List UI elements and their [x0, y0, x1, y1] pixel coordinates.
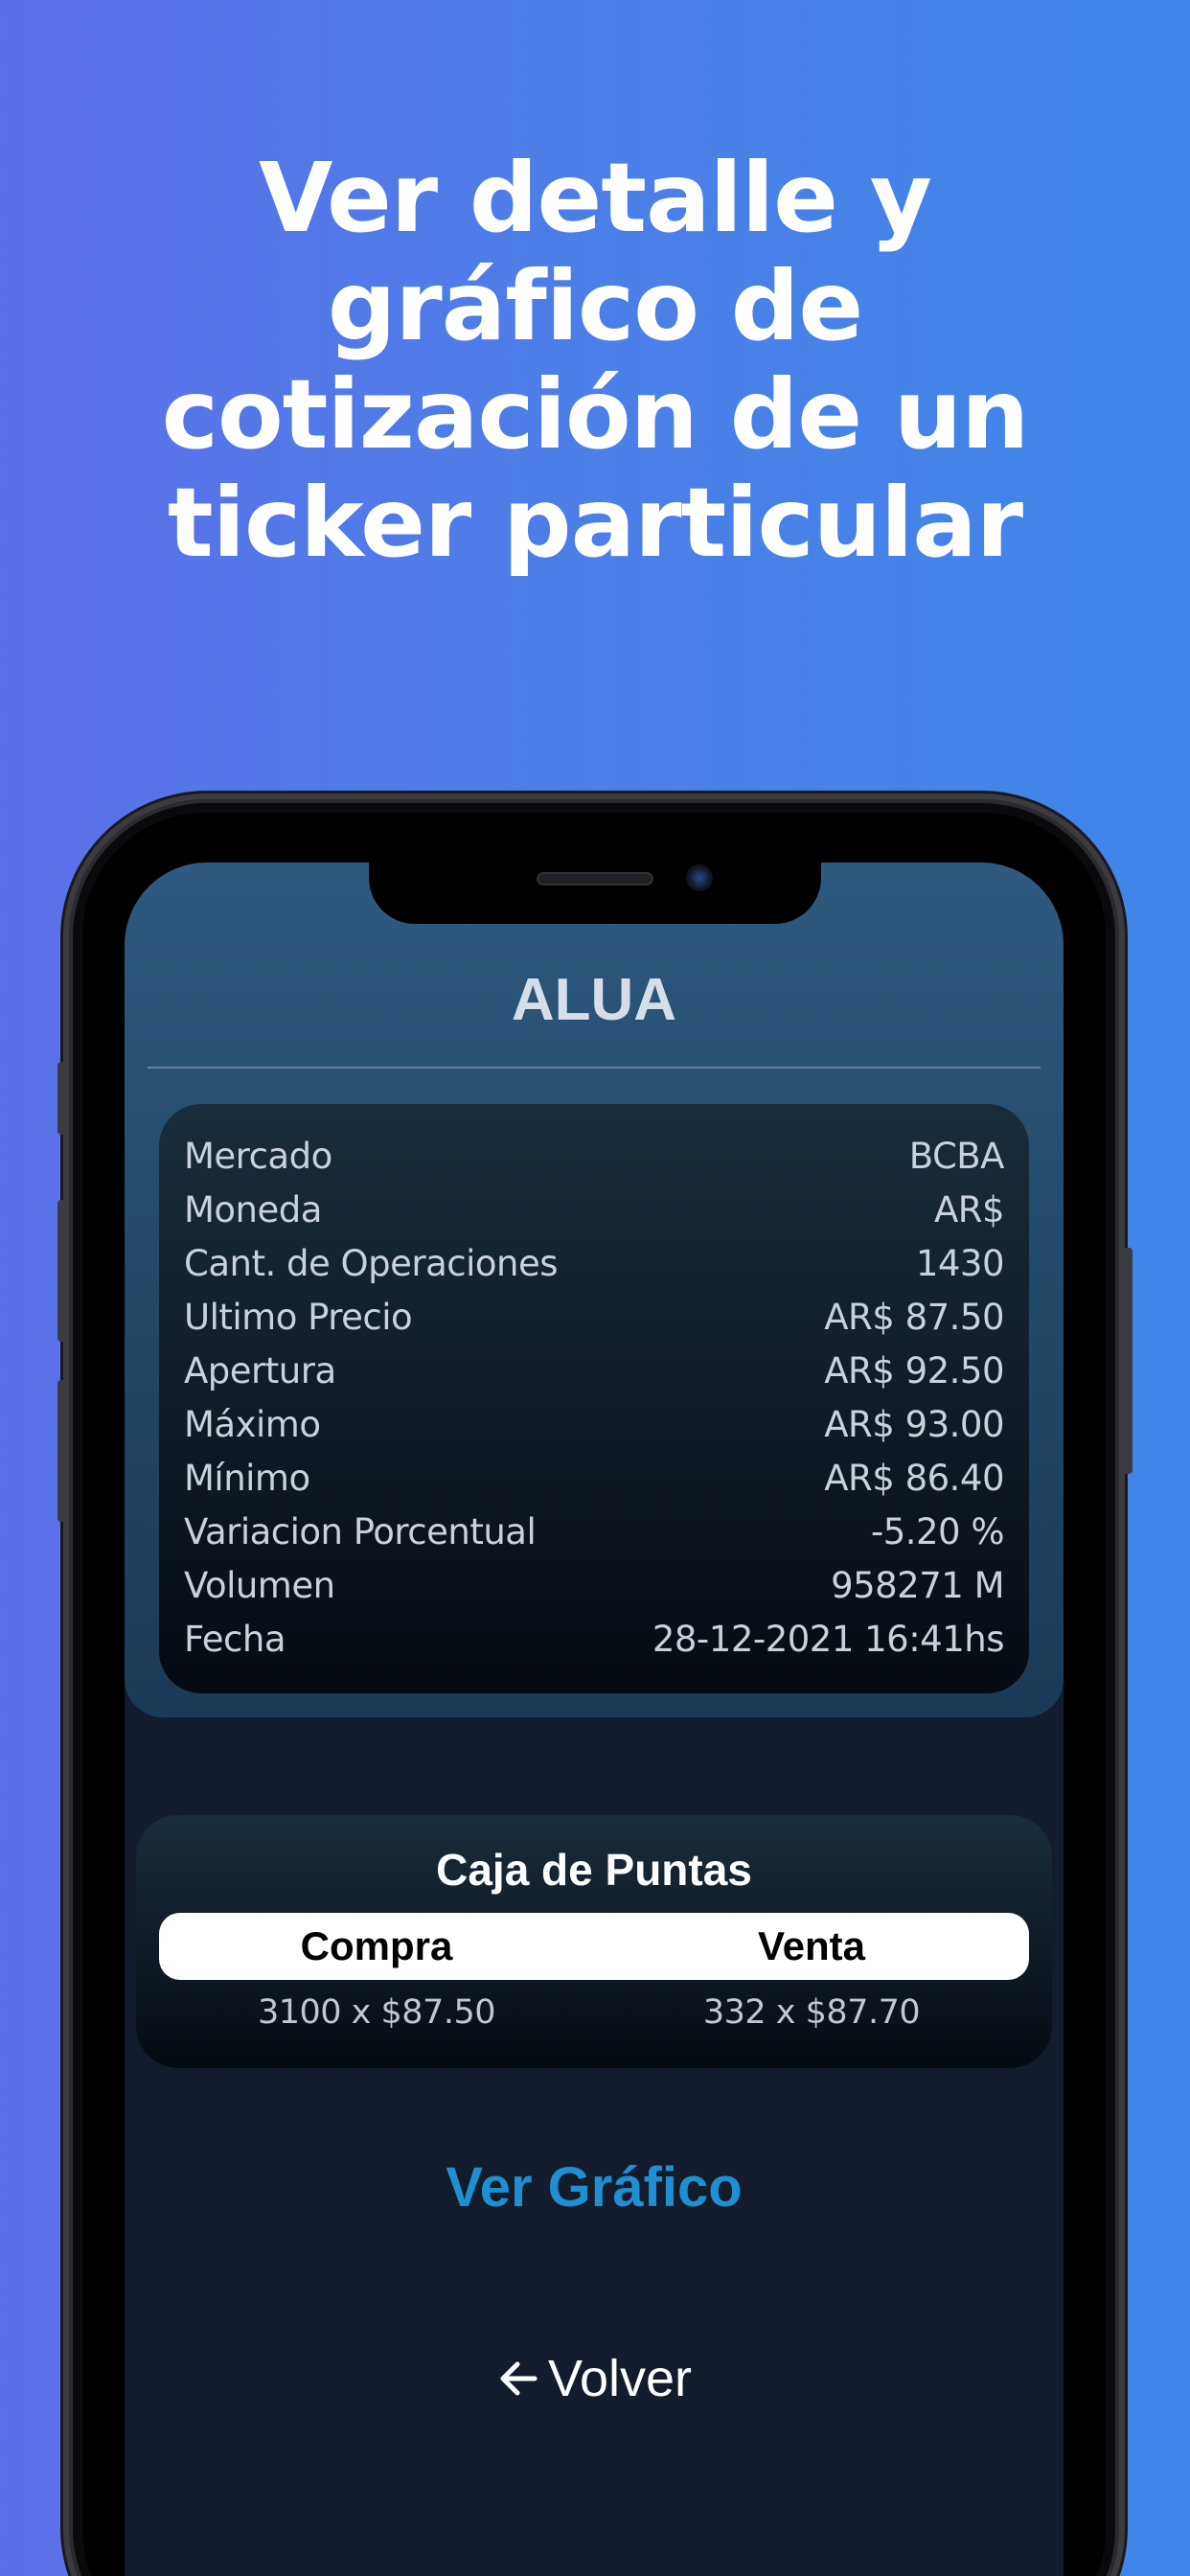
phone-volume-down-button: [57, 1380, 69, 1522]
headline-line-1: Ver detalle y: [259, 142, 932, 254]
detail-row-maximo: Máximo AR$ 93.00: [184, 1397, 1004, 1451]
caja-de-puntas-card: Caja de Puntas Compra Venta 3100 x $87.5…: [136, 1815, 1052, 2068]
detail-row-variacion: Variacion Porcentual -5.20 %: [184, 1505, 1005, 1558]
detail-value: AR$ 86.40: [824, 1457, 1004, 1499]
detail-label: Fecha: [184, 1618, 286, 1660]
detail-label: Mercado: [184, 1135, 332, 1177]
puntas-header-compra: Compra: [300, 1923, 453, 1968]
puntas-value-compra: 3100 x $87.50: [257, 1993, 496, 2032]
detail-label: Apertura: [184, 1349, 336, 1392]
detail-value: AR$ 92.50: [824, 1349, 1004, 1392]
phone-power-button: [1121, 1248, 1133, 1474]
details-card: Mercado BCBA Moneda AR$ Cant. de Operaci…: [159, 1104, 1029, 1693]
title-divider: [148, 1067, 1041, 1069]
detail-row-apertura: Apertura AR$ 92.50: [184, 1344, 1004, 1397]
detail-value: BCBA: [908, 1135, 1005, 1177]
detail-row-mercado: Mercado BCBA: [184, 1129, 1005, 1183]
front-camera: [686, 864, 713, 891]
phone-mute-switch: [57, 1062, 69, 1135]
detail-value: AR$ 87.50: [824, 1296, 1004, 1338]
volver-label: Volver: [547, 2350, 693, 2407]
app-screen: ALUA Mercado BCBA Moneda AR$ Cant. de Op…: [125, 862, 1064, 2576]
puntas-title: Caja de Puntas: [436, 1845, 752, 1895]
speaker-grille: [537, 872, 653, 886]
headline-line-3: cotización de un: [161, 358, 1030, 471]
detail-label: Máximo: [184, 1403, 321, 1445]
headline-line-2: gráfico de: [327, 250, 863, 362]
headline-line-4: ticker particular: [167, 467, 1023, 579]
arrow-left-icon: [496, 2358, 538, 2400]
ticker-detail-panel: ALUA Mercado BCBA Moneda AR$ Cant. de Op…: [125, 862, 1064, 1717]
puntas-value-venta: 332 x $87.70: [702, 1993, 921, 2032]
detail-value: AR$: [933, 1188, 1005, 1230]
puntas-header: Compra Venta: [159, 1913, 1029, 1980]
detail-value: 28-12-2021 16:41hs: [652, 1618, 1005, 1660]
phone-volume-up-button: [57, 1200, 69, 1342]
detail-row-fecha: Fecha 28-12-2021 16:41hs: [184, 1612, 1005, 1666]
detail-label: Ultimo Precio: [184, 1296, 413, 1338]
detail-row-volumen: Volumen 958271 M: [184, 1558, 1004, 1612]
detail-value: 958271 M: [831, 1564, 1004, 1606]
detail-row-operaciones: Cant. de Operaciones 1430: [184, 1236, 1005, 1290]
detail-value: 1430: [915, 1242, 1005, 1284]
promo-headline: Ver detalle y gráfico de cotización de u…: [0, 144, 1190, 577]
detail-label: Volumen: [184, 1564, 335, 1606]
detail-label: Cant. de Operaciones: [184, 1242, 559, 1284]
detail-row-moneda: Moneda AR$: [184, 1183, 1005, 1236]
puntas-header-venta: Venta: [757, 1923, 866, 1968]
detail-value: -5.20 %: [870, 1510, 1005, 1552]
detail-row-ultimo-precio: Ultimo Precio AR$ 87.50: [184, 1290, 1004, 1344]
volver-button[interactable]: Volver: [469, 2342, 719, 2415]
detail-row-minimo: Mínimo AR$ 86.40: [184, 1451, 1004, 1505]
detail-label: Variacion Porcentual: [184, 1510, 537, 1552]
detail-label: Moneda: [184, 1188, 322, 1230]
detail-label: Mínimo: [184, 1457, 310, 1499]
ver-grafico-button[interactable]: Ver Gráfico: [402, 2147, 786, 2227]
detail-value: AR$ 93.00: [824, 1403, 1004, 1445]
ticker-title: ALUA: [511, 967, 677, 1033]
